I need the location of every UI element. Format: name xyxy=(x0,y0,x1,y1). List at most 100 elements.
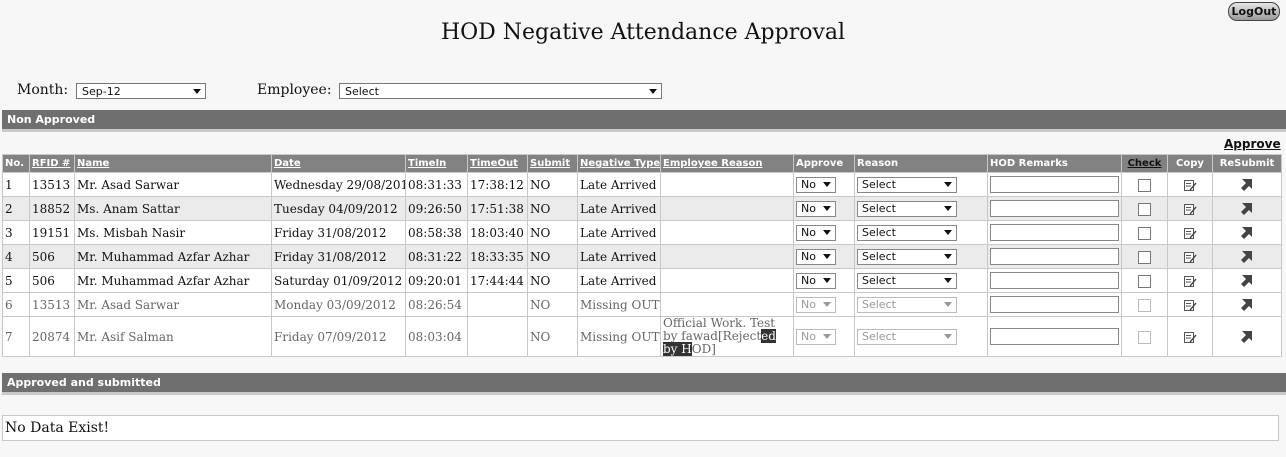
col-timein[interactable]: TimeIn xyxy=(405,154,468,173)
hod-remarks-input[interactable] xyxy=(990,224,1119,241)
resubmit-arrow-icon[interactable] xyxy=(1240,226,1254,240)
approve-select-value: No xyxy=(801,226,816,239)
cell-no: 3 xyxy=(2,220,30,245)
chevron-down-icon xyxy=(649,88,657,94)
cell-negative-type: Late Arrived xyxy=(577,268,661,293)
col-reason: Reason xyxy=(854,154,988,173)
hod-remarks-input[interactable] xyxy=(990,200,1119,217)
cell-negative-type: Missing OUT xyxy=(577,292,661,317)
cell-no: 2 xyxy=(2,196,30,221)
cell-date: Friday 31/08/2012 xyxy=(271,244,406,269)
chevron-down-icon xyxy=(944,278,952,283)
reason-select[interactable]: Select xyxy=(857,248,957,265)
cell-timein: 08:26:54 xyxy=(405,292,468,317)
col-employee-reason[interactable]: Employee Reason xyxy=(660,154,794,173)
approve-select[interactable]: No xyxy=(796,176,836,193)
hod-remarks-input[interactable] xyxy=(990,272,1119,289)
cell-employee-reason xyxy=(660,292,794,317)
cell-no: 4 xyxy=(2,244,30,269)
cell-timeout: 17:44:44 xyxy=(467,268,528,293)
hod-remarks-input[interactable] xyxy=(990,248,1119,265)
page-title: HOD Negative Attendance Approval xyxy=(440,20,846,45)
col-date[interactable]: Date xyxy=(271,154,406,173)
chevron-down-icon xyxy=(823,182,831,187)
hod-remarks-input[interactable] xyxy=(990,328,1119,345)
col-timeout[interactable]: TimeOut xyxy=(467,154,528,173)
cell-date: Friday 31/08/2012 xyxy=(271,220,406,245)
cell-negative-type: Late Arrived xyxy=(577,172,661,197)
reason-select-value: Select xyxy=(862,178,896,191)
cell-employee-reason xyxy=(660,220,794,245)
cell-timein: 09:20:01 xyxy=(405,268,468,293)
approve-link[interactable]: Approve xyxy=(1224,137,1281,151)
resubmit-arrow-icon[interactable] xyxy=(1240,178,1254,192)
col-approve: Approve xyxy=(793,154,855,173)
reason-select-value: Select xyxy=(862,330,896,343)
edit-note-icon[interactable] xyxy=(1183,178,1197,192)
table-row: 5 506 Mr. Muhammad Azfar Azhar Saturday … xyxy=(2,268,1282,293)
chevron-down-icon xyxy=(823,230,831,235)
reason-select: Select xyxy=(857,328,957,345)
cell-timein: 08:31:22 xyxy=(405,244,468,269)
edit-note-icon[interactable] xyxy=(1183,274,1197,288)
cell-name: Ms. Misbah Nasir xyxy=(74,220,272,245)
col-submit[interactable]: Submit xyxy=(527,154,578,173)
approve-select-value: No xyxy=(801,298,816,311)
hod-remarks-input[interactable] xyxy=(990,296,1119,313)
month-select-value: Sep-12 xyxy=(82,84,121,98)
approve-select-value: No xyxy=(801,178,816,191)
reason-select[interactable]: Select xyxy=(857,176,957,193)
hod-remarks-input[interactable] xyxy=(990,176,1119,193)
cell-timeout: 18:03:40 xyxy=(467,220,528,245)
col-rfid[interactable]: RFID # xyxy=(29,154,75,173)
check-checkbox[interactable] xyxy=(1138,250,1151,264)
non-approved-section-header: Non Approved xyxy=(2,110,1286,132)
resubmit-arrow-icon[interactable] xyxy=(1240,202,1254,216)
no-data-message: No Data Exist! xyxy=(5,420,110,436)
col-negative-type[interactable]: Negative Type xyxy=(577,154,661,173)
cell-timein: 09:26:50 xyxy=(405,196,468,221)
cell-employee-reason: Official Work. Test by fawad[Rejected by… xyxy=(660,316,794,357)
check-checkbox[interactable] xyxy=(1138,226,1151,240)
col-check[interactable]: Check xyxy=(1121,154,1168,173)
edit-note-icon[interactable] xyxy=(1183,226,1197,240)
col-copy: Copy xyxy=(1167,154,1213,173)
table-row: 7 20874 Mr. Asif Salman Friday 07/09/201… xyxy=(2,316,1282,357)
cell-date: Wednesday 29/08/2012 xyxy=(271,172,406,197)
resubmit-arrow-icon[interactable] xyxy=(1240,298,1254,312)
approve-select[interactable]: No xyxy=(796,224,836,241)
chevron-down-icon xyxy=(823,206,831,211)
edit-note-icon[interactable] xyxy=(1183,202,1197,216)
reason-select-value: Select xyxy=(862,202,896,215)
employee-select[interactable]: Select xyxy=(339,83,662,99)
approve-select[interactable]: No xyxy=(796,200,836,217)
approve-select[interactable]: No xyxy=(796,248,836,265)
cell-name: Ms. Anam Sattar xyxy=(74,196,272,221)
cell-date: Saturday 01/09/2012 xyxy=(271,268,406,293)
check-checkbox[interactable] xyxy=(1138,202,1151,216)
resubmit-arrow-icon[interactable] xyxy=(1240,330,1254,344)
chevron-down-icon xyxy=(823,278,831,283)
reason-select-value: Select xyxy=(862,274,896,287)
reason-select-value: Select xyxy=(862,250,896,263)
table-row: 1 13513 Mr. Asad Sarwar Wednesday 29/08/… xyxy=(2,172,1282,197)
logout-button[interactable]: LogOut xyxy=(1228,2,1280,21)
cell-no: 7 xyxy=(2,316,30,357)
check-checkbox xyxy=(1138,298,1151,312)
check-checkbox[interactable] xyxy=(1138,178,1151,192)
resubmit-arrow-icon[interactable] xyxy=(1240,274,1254,288)
reason-select[interactable]: Select xyxy=(857,200,957,217)
check-checkbox[interactable] xyxy=(1138,274,1151,288)
non-approved-table: No. RFID # Name Date TimeIn TimeOut Subm… xyxy=(2,154,1282,357)
reason-select[interactable]: Select xyxy=(857,224,957,241)
edit-note-icon[interactable] xyxy=(1183,250,1197,264)
approve-select[interactable]: No xyxy=(796,272,836,289)
cell-name: Mr. Asad Sarwar xyxy=(74,172,272,197)
cell-employee-reason xyxy=(660,244,794,269)
month-select[interactable]: Sep-12 xyxy=(76,83,206,99)
edit-note-icon[interactable] xyxy=(1183,330,1197,344)
edit-note-icon[interactable] xyxy=(1183,298,1197,312)
reason-select[interactable]: Select xyxy=(857,272,957,289)
col-name[interactable]: Name xyxy=(74,154,272,173)
resubmit-arrow-icon[interactable] xyxy=(1240,250,1254,264)
